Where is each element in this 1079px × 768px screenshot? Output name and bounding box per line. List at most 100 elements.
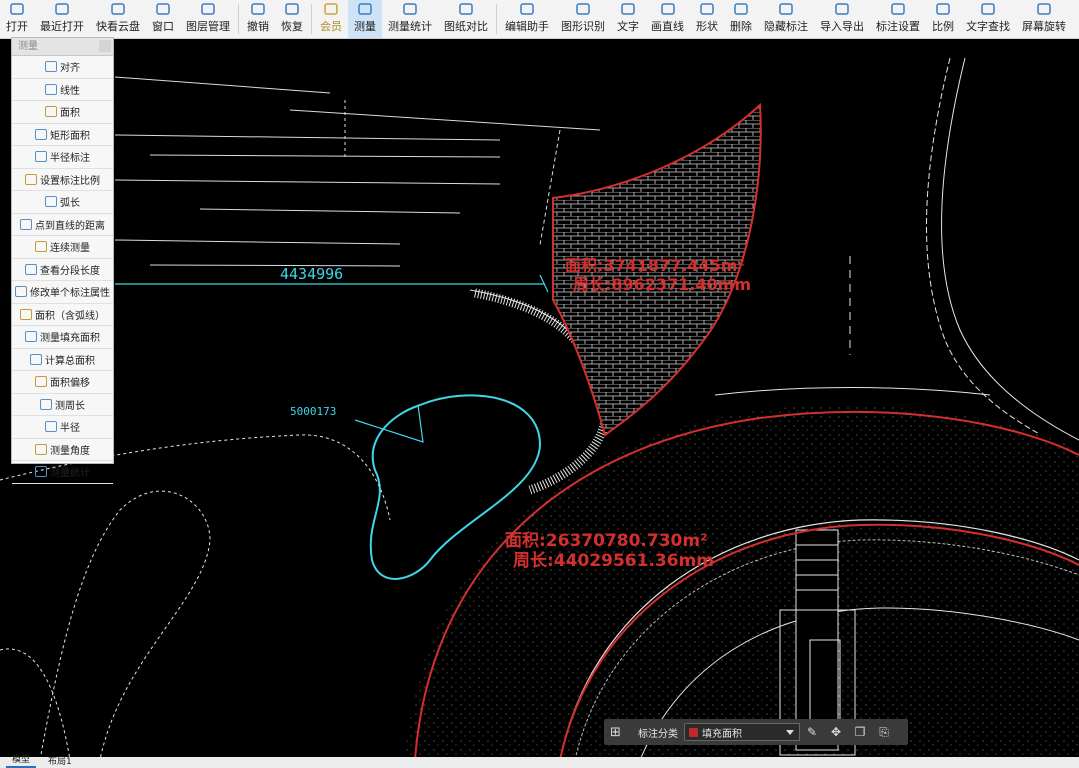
measure-menu-item-label: 连续测量 bbox=[50, 243, 90, 255]
measure-menu-item-label: 测量填充面积 bbox=[40, 333, 100, 345]
toolbar-button-13[interactable]: 文字 bbox=[611, 0, 645, 38]
toolbar-button-18[interactable]: 导入导出 bbox=[814, 0, 870, 38]
window-icon bbox=[155, 2, 171, 16]
layout-tab[interactable]: 布局1 bbox=[42, 757, 78, 768]
measure-tool-icon bbox=[35, 128, 47, 140]
measure-menu-item[interactable]: 面积（含弧线） bbox=[12, 304, 113, 326]
measure-menu-item-label: 半径 bbox=[60, 423, 80, 435]
measure-tool-icon bbox=[45, 83, 57, 95]
measure-menu-item[interactable]: 面积 bbox=[12, 101, 113, 124]
measure-menu-item-label: 测量角度 bbox=[50, 445, 90, 457]
toolbar-button-label: 会员 bbox=[320, 20, 342, 33]
measure-menu-item[interactable]: 矩形面积 bbox=[12, 124, 113, 146]
toolbar-button-label: 屏幕旋转 bbox=[1022, 20, 1066, 33]
toolbar-button-label: 图纸对比 bbox=[444, 20, 488, 33]
hide-annotation-icon bbox=[778, 2, 794, 16]
toolbar-button-6[interactable]: 恢复 bbox=[275, 0, 309, 38]
toolbar-button-21[interactable]: 文字查找 bbox=[960, 0, 1016, 38]
measure-tool-icon bbox=[35, 376, 47, 388]
measure-menu-item[interactable]: 面积偏移 bbox=[12, 371, 113, 394]
toolbar-button-19[interactable]: 标注设置 bbox=[870, 0, 926, 38]
import-export-icon bbox=[834, 2, 850, 16]
measure-menu-item[interactable]: 对齐 bbox=[12, 56, 113, 79]
toolbar-separator bbox=[238, 4, 239, 34]
toolbar-button-label: 图形识别 bbox=[561, 20, 605, 33]
measure-menu-item[interactable]: 测量统计 bbox=[12, 461, 113, 484]
grid-menu-icon[interactable]: ⊞ bbox=[610, 725, 630, 740]
measure-menu-item[interactable]: 点到直线的距离 bbox=[12, 214, 113, 236]
toolbar-separator bbox=[496, 4, 497, 34]
toolbar-button-10[interactable]: 图纸对比 bbox=[438, 0, 494, 38]
text-search-icon bbox=[980, 2, 996, 16]
edit-icon[interactable]: ✎ bbox=[800, 725, 824, 739]
measure-menu-item-label: 弧长 bbox=[60, 198, 80, 210]
cloud-icon bbox=[110, 2, 126, 16]
toolbar-button-label: 撤销 bbox=[247, 20, 269, 33]
road-lines bbox=[714, 57, 1079, 456]
measure-tool-icon bbox=[25, 331, 37, 343]
perimeter1-label: 周长:8962371.40mm bbox=[573, 275, 751, 294]
annotation-category-select[interactable]: 填充面积 bbox=[684, 723, 800, 741]
toolbar-button-12[interactable]: 图形识别 bbox=[555, 0, 611, 38]
measure-menu-item[interactable]: 设置标注比例 bbox=[12, 169, 113, 191]
measure-menu-item[interactable]: 测量角度 bbox=[12, 439, 113, 461]
close-icon[interactable] bbox=[99, 40, 111, 52]
measure-icon bbox=[357, 2, 373, 16]
toolbar-button-4[interactable]: 图层管理 bbox=[180, 0, 236, 38]
measure-menu-item[interactable]: 查看分段长度 bbox=[12, 259, 113, 281]
measure-menu-item-label: 修改单个标注属性 bbox=[30, 288, 110, 300]
toolbar-button-16[interactable]: 删除 bbox=[724, 0, 758, 38]
toolbar-button-3[interactable]: 窗口 bbox=[146, 0, 180, 38]
line-icon bbox=[660, 2, 676, 16]
measure-menu-item[interactable]: 修改单个标注属性 bbox=[12, 281, 113, 304]
toolbar-button-5[interactable]: 撤销 bbox=[241, 0, 275, 38]
toolbar-button-label: 图层管理 bbox=[186, 20, 230, 33]
area2-label: 面积:26370780.730m² bbox=[505, 531, 708, 551]
measure-menu-item[interactable]: 线性 bbox=[12, 79, 113, 101]
toolbar-button-0[interactable]: 打开 bbox=[0, 0, 34, 38]
measure-tool-icon bbox=[35, 241, 47, 253]
recent-icon bbox=[54, 2, 70, 16]
background-hatch-lines bbox=[114, 76, 601, 267]
measure-tool-icon bbox=[45, 421, 57, 433]
toolbar-button-label: 窗口 bbox=[152, 20, 174, 33]
measure-menu-item[interactable]: 计算总面积 bbox=[12, 349, 113, 371]
measure-menu-item-label: 面积（含弧线） bbox=[35, 310, 105, 322]
scale-icon bbox=[935, 2, 951, 16]
toolbar-button-9[interactable]: 测量统计 bbox=[382, 0, 438, 38]
measure-menu-item[interactable]: 测量填充面积 bbox=[12, 326, 113, 349]
toolbar-button-14[interactable]: 画直线 bbox=[645, 0, 690, 38]
measure-panel-title-text: 测量 bbox=[18, 41, 38, 52]
text-icon bbox=[620, 2, 636, 16]
measure-menu-item[interactable]: 弧长 bbox=[12, 191, 113, 214]
toolbar-button-17[interactable]: 隐藏标注 bbox=[758, 0, 814, 38]
toolbar-button-1[interactable]: 最近打开 bbox=[34, 0, 90, 38]
measure-menu-item[interactable]: 半径 bbox=[12, 416, 113, 439]
measure-tool-icon bbox=[15, 286, 27, 298]
toolbar-button-label: 删除 bbox=[730, 20, 752, 33]
folder-open-icon bbox=[9, 2, 25, 16]
main-toolbar: 打开 最近打开 快看云盘 窗口 图层管理 撤销 恢复 会员 测量 测量统计 图纸对比 编辑助手 图形识别… bbox=[0, 0, 1079, 39]
toolbar-button-7[interactable]: 会员 bbox=[314, 0, 348, 38]
toolbar-button-20[interactable]: 比例 bbox=[926, 0, 960, 38]
toolbar-button-11[interactable]: 编辑助手 bbox=[499, 0, 555, 38]
measure-menu-item-label: 测周长 bbox=[55, 400, 85, 412]
measure-menu-item[interactable]: 连续测量 bbox=[12, 236, 113, 259]
measure-menu-item-label: 线性 bbox=[60, 85, 80, 97]
measure-menu-item[interactable]: 测周长 bbox=[12, 394, 113, 416]
measure-tool-icon bbox=[35, 151, 47, 163]
measure-menu-item-label: 矩形面积 bbox=[50, 130, 90, 142]
measure-menu-item[interactable]: 半径标注 bbox=[12, 146, 113, 169]
toolbar-button-15[interactable]: 形状 bbox=[690, 0, 724, 38]
move-icon[interactable]: ✥ bbox=[824, 725, 848, 739]
perimeter2-label: 周长:44029561.36mm bbox=[513, 550, 714, 571]
copy-icon[interactable]: ❐ bbox=[848, 725, 872, 739]
layout-tab[interactable]: 模型 bbox=[6, 755, 37, 768]
toolbar-button-22[interactable]: 屏幕旋转 bbox=[1016, 0, 1072, 38]
toolbar-button-2[interactable]: 快看云盘 bbox=[90, 0, 146, 38]
paste-icon[interactable]: ⎘ bbox=[872, 725, 896, 740]
toolbar-button-8[interactable]: 测量 bbox=[348, 0, 382, 38]
layout-tabs-bar: 模型 布局1 bbox=[0, 755, 1079, 768]
rotate-screen-icon bbox=[1036, 2, 1052, 16]
drawing-canvas[interactable]: 4434996 5000173 面积:3741877.445m² 周长:8962… bbox=[0, 39, 1079, 757]
